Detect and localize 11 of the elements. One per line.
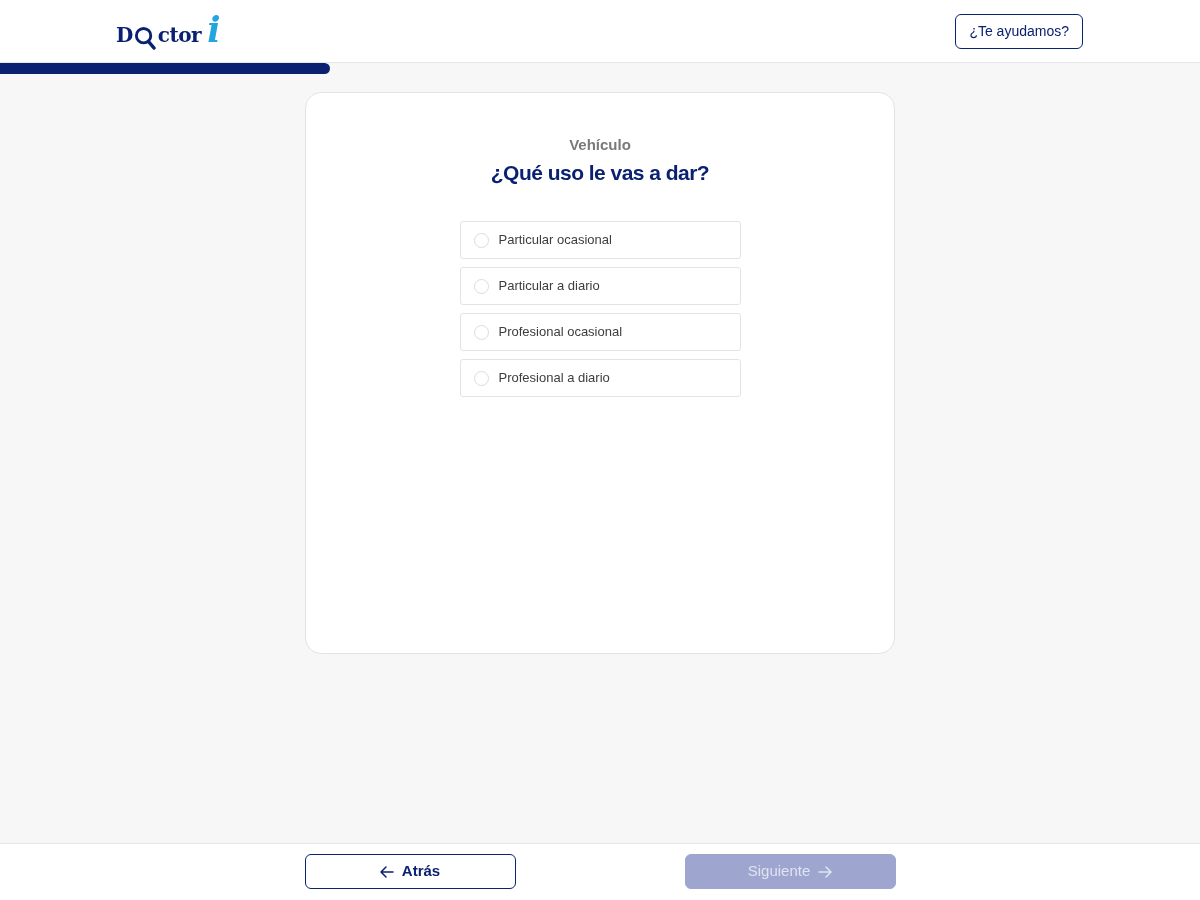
question-title: ¿Qué uso le vas a dar?	[490, 160, 710, 186]
section-label: Vehículo	[569, 135, 631, 155]
back-button[interactable]: Atrás	[304, 854, 516, 889]
option-item[interactable]: Particular ocasional	[459, 221, 741, 259]
arrow-left-icon	[379, 865, 394, 878]
arrow-right-icon	[818, 865, 833, 878]
option-item[interactable]: Particular a diario	[459, 267, 741, 305]
option-item[interactable]: Profesional a diario	[459, 359, 741, 397]
logo[interactable]: D ctor i	[116, 11, 221, 51]
help-button[interactable]: ¿Te ayudamos?	[955, 13, 1083, 49]
option-item[interactable]: Profesional ocasional	[459, 313, 741, 351]
